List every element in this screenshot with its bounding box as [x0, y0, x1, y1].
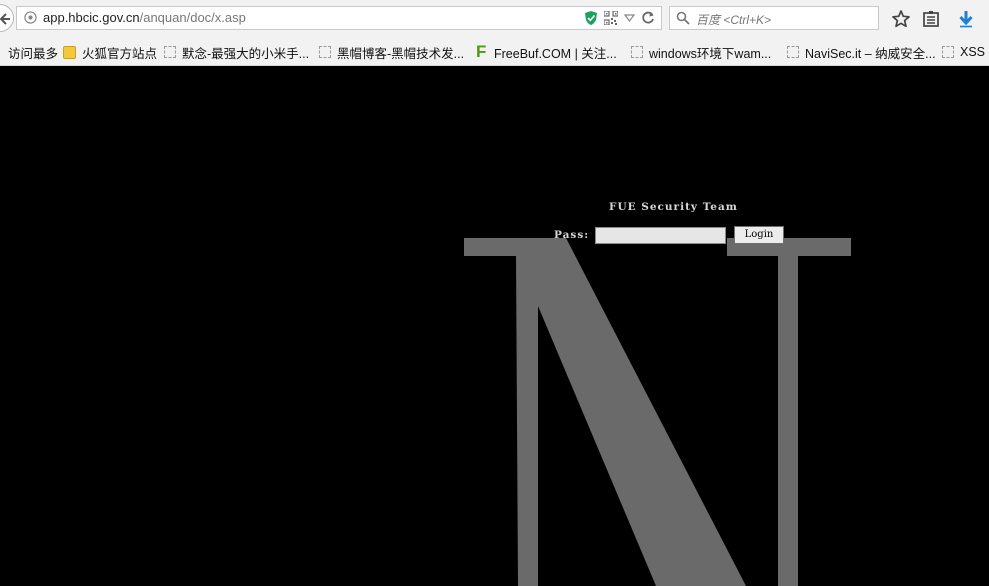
browser-toolbar: app.hbcic.gov.cn/anquan/doc/x.asp 百度 <Ct… — [0, 0, 989, 38]
page-icon — [319, 46, 331, 58]
url-path: /anquan/doc/x.asp — [139, 10, 246, 25]
reload-icon[interactable] — [641, 11, 655, 25]
folder-icon — [63, 45, 76, 59]
bookmarks-toolbar: 访问最多 火狐官方站点 默念-最强大的小米手... 黑帽博客-黑帽技术发... … — [0, 38, 989, 66]
search-bar[interactable]: 百度 <Ctrl+K> — [669, 6, 879, 30]
url-text[interactable]: app.hbcic.gov.cn/anquan/doc/x.asp — [43, 10, 246, 25]
bookmark-label: 火狐官方站点 — [82, 46, 158, 61]
bookmark-star-icon[interactable] — [891, 9, 911, 29]
bookmark-xss[interactable]: XSS — [942, 44, 985, 60]
bookmark-firefox-site[interactable]: 火狐官方站点 — [63, 44, 158, 61]
url-bar[interactable]: app.hbcic.gov.cn/anquan/doc/x.asp — [16, 6, 662, 30]
big-letter-n — [464, 238, 851, 586]
team-title: FUE Security Team — [609, 201, 738, 213]
download-icon[interactable] — [956, 9, 976, 29]
bookmark-windows-wamp[interactable]: windows环境下wam... — [631, 44, 772, 61]
page-icon — [164, 46, 176, 58]
globe-icon — [24, 11, 37, 24]
search-placeholder: 百度 <Ctrl+K> — [696, 13, 772, 27]
qr-code-icon[interactable] — [604, 11, 618, 25]
bookmark-label: XSS — [960, 45, 986, 59]
bookmark-freebuf[interactable]: F FreeBuf.COM | 关注... — [476, 42, 617, 61]
back-arrow-icon — [0, 13, 10, 25]
pass-label: Pass: — [554, 229, 590, 241]
back-button[interactable] — [0, 4, 14, 32]
search-icon — [676, 11, 690, 25]
bookmark-most-visited[interactable]: 访问最多 — [8, 44, 59, 61]
bookmark-label: NaviSec.it – 纳威安全... — [805, 46, 936, 61]
bookmark-monian[interactable]: 默念-最强大的小米手... — [164, 44, 310, 61]
page-icon — [787, 46, 799, 58]
bookmark-heimao[interactable]: 黑帽博客-黑帽技术发... — [319, 44, 465, 61]
bookmark-label: windows环境下wam... — [649, 46, 772, 61]
page-icon — [942, 46, 954, 58]
bookmark-label: 默念-最强大的小米手... — [182, 46, 310, 61]
page-icon — [631, 46, 643, 58]
url-host: app.hbcic.gov.cn — [43, 10, 140, 25]
page-content: FUE Security Team Pass: Login — [0, 66, 989, 586]
bookmark-label: FreeBuf.COM | 关注... — [494, 46, 617, 61]
bookmark-label: 黑帽博客-黑帽技术发... — [337, 46, 465, 61]
dropdown-arrow-icon[interactable] — [624, 14, 635, 22]
password-input[interactable] — [595, 227, 726, 244]
bookmark-label: 访问最多 — [8, 46, 59, 61]
login-button[interactable]: Login — [734, 226, 784, 244]
bookmark-navisec[interactable]: NaviSec.it – 纳威安全... — [787, 44, 936, 61]
freebuf-icon: F — [476, 42, 487, 61]
shield-icon[interactable] — [584, 10, 598, 26]
reading-list-icon[interactable] — [921, 9, 941, 29]
